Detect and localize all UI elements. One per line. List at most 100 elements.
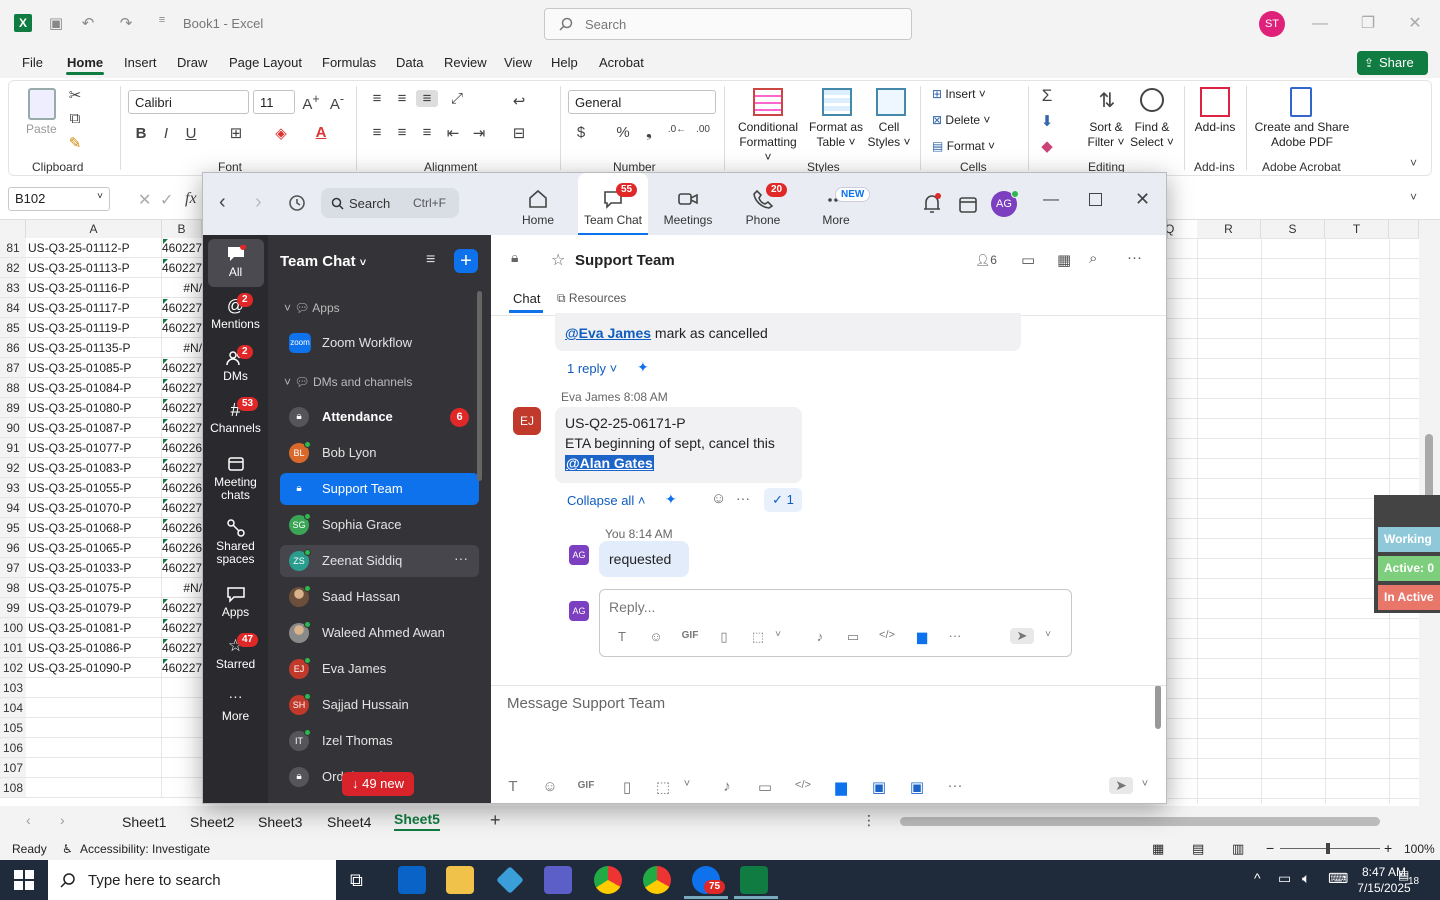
cell-b[interactable]: #N/ <box>162 578 202 598</box>
shrink-font-icon[interactable]: A- <box>326 92 348 113</box>
more-tools-icon[interactable]: ··· <box>945 628 965 643</box>
row-header[interactable]: 87 <box>0 358 26 378</box>
comma-style-icon[interactable]: ❟ <box>638 124 660 141</box>
autosum-icon[interactable]: Σ <box>1036 86 1058 106</box>
decrease-decimal-icon[interactable]: .00 <box>692 124 714 135</box>
tab-more[interactable]: More NEW <box>801 173 871 235</box>
tab-meetings[interactable]: Meetings <box>653 173 723 235</box>
add-ins-button[interactable]: Add-ins <box>1190 120 1240 135</box>
cell-a[interactable]: US-Q3-25-01116-P <box>26 278 162 298</box>
add-sheet-icon[interactable]: + <box>490 810 501 831</box>
sidebar-scrollbar[interactable] <box>477 291 482 481</box>
row-header[interactable]: 98 <box>0 578 26 598</box>
menu-acrobat[interactable]: Acrobat <box>599 55 644 70</box>
cell-a[interactable]: US-Q3-25-01083-P <box>26 458 162 478</box>
number-format-select[interactable]: General <box>568 90 716 114</box>
cell-a[interactable]: US-Q3-25-01075-P <box>26 578 162 598</box>
add-reaction-icon[interactable]: ☺ <box>711 490 726 507</box>
find-select-button[interactable]: Find & Select ˅ <box>1128 120 1176 150</box>
menu-draw[interactable]: Draw <box>177 55 207 70</box>
status-active[interactable]: Active: 0 <box>1378 556 1440 581</box>
cell-a[interactable]: US-Q3-25-01090-P <box>26 658 162 678</box>
cell-a[interactable]: US-Q3-25-01065-P <box>26 538 162 558</box>
row-header[interactable]: 95 <box>0 518 26 538</box>
rail-more[interactable]: ··· More <box>203 689 268 723</box>
rail-shared-spaces[interactable]: Shared spaces <box>203 519 268 566</box>
page-break-view-icon[interactable]: ▥ <box>1232 841 1244 857</box>
channel-list-item[interactable]: Waleed Ahmed Awan <box>280 617 479 649</box>
calendar-icon[interactable] <box>958 194 978 214</box>
docs-icon[interactable]: ▆ <box>831 778 851 796</box>
row-header[interactable]: 101 <box>0 638 26 658</box>
cell-b[interactable] <box>162 698 202 718</box>
bold-button[interactable]: B <box>130 125 152 142</box>
status-accessibility[interactable]: Accessibility: Investigate <box>80 842 210 856</box>
schedule-icon[interactable]: ▦ <box>1057 251 1071 269</box>
cell-b[interactable]: 460227 <box>162 458 202 478</box>
history-icon[interactable] <box>288 194 306 212</box>
filter-icon[interactable]: ≡ <box>426 251 435 269</box>
cell-a[interactable]: US-Q3-25-01080-P <box>26 398 162 418</box>
paste-icon[interactable] <box>28 88 56 120</box>
zoom-level[interactable]: 100% <box>1404 842 1435 856</box>
cell-a[interactable] <box>26 778 162 798</box>
zoom-close-icon[interactable]: ✕ <box>1135 189 1150 210</box>
chevron-down-icon[interactable]: ˅ <box>677 778 697 790</box>
video-message-icon[interactable]: ▭ <box>755 778 775 796</box>
sheet-tab[interactable]: Sheet3 <box>258 814 302 830</box>
save-icon[interactable]: ▣ <box>46 14 66 34</box>
sheet-tab-active[interactable]: Sheet5 <box>394 811 440 831</box>
cell-b[interactable] <box>162 738 202 758</box>
page-layout-view-icon[interactable]: ▤ <box>1192 841 1204 857</box>
cell-b[interactable] <box>162 718 202 738</box>
format-as-table-button[interactable]: Format as Table ˅ <box>808 120 864 150</box>
cell-a[interactable]: US-Q3-25-01135-P <box>26 338 162 358</box>
mention-alan-gates[interactable]: @Alan Gates <box>566 455 653 471</box>
send-icon[interactable]: ➤ <box>1109 777 1133 794</box>
cell-a[interactable] <box>26 758 162 778</box>
row-header[interactable]: 90 <box>0 418 26 438</box>
more-options-icon[interactable]: ··· <box>454 550 468 566</box>
tab-home[interactable]: Home <box>503 173 573 235</box>
reply-bubble[interactable]: requested <box>599 541 689 577</box>
row-header[interactable]: 84 <box>0 298 26 318</box>
rail-all[interactable]: All <box>203 245 268 279</box>
row-header[interactable]: 85 <box>0 318 26 338</box>
copy-icon[interactable]: ⧉ <box>64 110 86 127</box>
menu-help[interactable]: Help <box>551 55 578 70</box>
microphone-icon[interactable]: ♪ <box>810 629 830 644</box>
menu-home[interactable]: Home <box>67 55 103 70</box>
tab-team-chat[interactable]: Team Chat 55 <box>578 173 648 235</box>
emoji-icon[interactable]: ☺ <box>540 778 560 795</box>
network-icon[interactable]: ▭ <box>1278 870 1291 887</box>
reply-thread-link[interactable]: 1 reply ˅ <box>567 361 617 376</box>
column-header[interactable]: A <box>26 220 162 238</box>
docs-icon[interactable]: ▆ <box>912 629 932 645</box>
align-top-icon[interactable]: ≡ <box>366 90 388 107</box>
column-header[interactable] <box>1389 220 1419 238</box>
menu-file[interactable]: File <box>22 55 43 70</box>
menu-page-layout[interactable]: Page Layout <box>229 55 302 70</box>
row-header[interactable]: 93 <box>0 478 26 498</box>
teams-icon[interactable] <box>544 866 572 894</box>
cell-b[interactable]: 460227 <box>162 618 202 638</box>
rail-apps[interactable]: Apps <box>203 585 268 619</box>
notifications-button[interactable]: ▤ 18 <box>1398 868 1422 892</box>
grow-font-icon[interactable]: A+ <box>300 92 322 113</box>
row-header[interactable]: 83 <box>0 278 26 298</box>
normal-view-icon[interactable]: ▦ <box>1152 841 1164 857</box>
notes-icon[interactable]: ▣ <box>907 778 927 796</box>
fill-icon[interactable]: ⬇ <box>1036 112 1058 130</box>
previous-message[interactable]: @Eva James mark as cancelled <box>555 313 1021 351</box>
cell-b[interactable]: 460226 <box>162 478 202 498</box>
code-icon[interactable]: </> <box>793 779 813 791</box>
sheet-tab[interactable]: Sheet2 <box>190 814 234 830</box>
volume-icon[interactable]: 🔈︎ <box>1302 870 1310 887</box>
send-icon[interactable]: ➤ <box>1010 628 1034 644</box>
row-header[interactable]: 104 <box>0 698 26 718</box>
cell-a[interactable]: US-Q3-25-01086-P <box>26 638 162 658</box>
cell-b[interactable]: 460227 <box>162 238 202 258</box>
cell-a[interactable] <box>26 738 162 758</box>
cell-styles-icon[interactable] <box>876 88 906 116</box>
cell-a[interactable]: US-Q3-25-01112-P <box>26 238 162 258</box>
